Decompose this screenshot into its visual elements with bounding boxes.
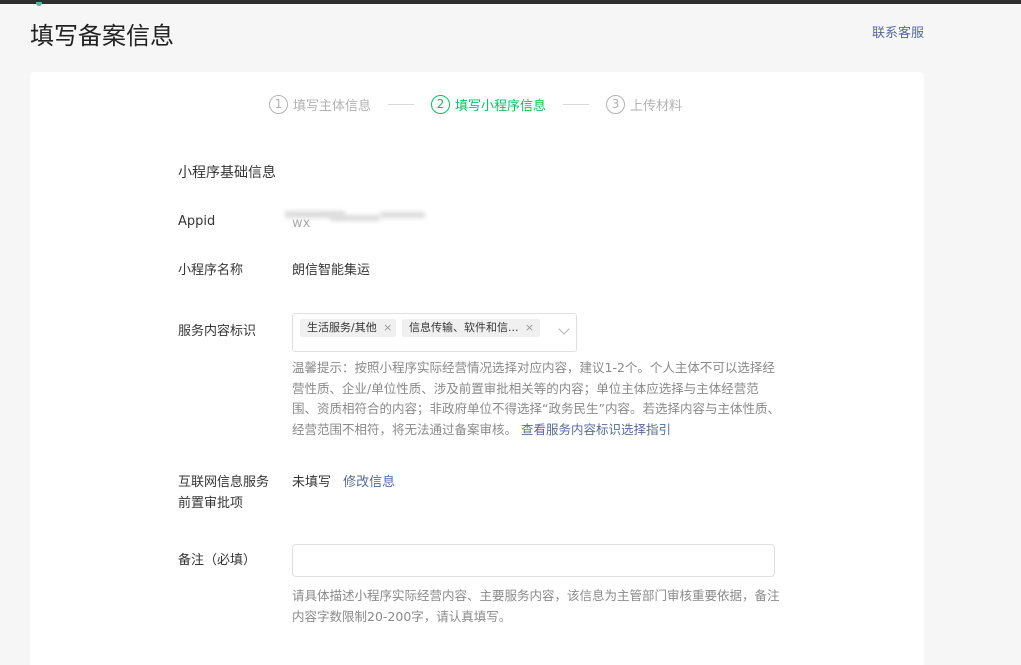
top-bar (0, 0, 1021, 6)
top-bar-accent (36, 2, 42, 6)
preapproval-label-line2: 前置审批项 (178, 496, 244, 511)
step-2-number: 2 (431, 94, 451, 114)
edit-info-link[interactable]: 修改信息 (343, 475, 395, 490)
tag-remove-icon[interactable]: × (523, 319, 537, 337)
preapproval-label-line1: 互联网信息服务 (178, 475, 270, 490)
preapproval-value: 未填写 修改信息 (292, 472, 395, 493)
page-title: 填写备案信息 (30, 22, 174, 50)
step-indicator: 1 填写主体信息 2 填写小程序信息 3 上传材料 (269, 94, 682, 114)
service-tag-select[interactable]: 生活服务/其他 × 信息传输、软件和信... × (292, 313, 577, 352)
preapproval-label: 互联网信息服务 前置审批项 (178, 472, 269, 514)
remark-input[interactable] (292, 544, 775, 577)
step-3-number: 3 (606, 94, 626, 114)
remark-label: 备注（必填） (178, 553, 257, 568)
tag-remove-icon[interactable]: × (381, 319, 395, 337)
service-label: 服务内容标识 (178, 324, 257, 339)
preapproval-status: 未填写 (292, 475, 332, 490)
remark-hint: 请具体描述小程序实际经营内容、主要服务内容，该信息为主管部门审核重要依据，备注内… (292, 588, 780, 624)
appid-label: Appid (178, 214, 216, 229)
service-tag: 生活服务/其他 × (300, 319, 396, 337)
step-3[interactable]: 3 上传材料 (606, 94, 683, 114)
step-3-label: 上传材料 (630, 98, 683, 114)
step-connector (563, 103, 590, 105)
step-1[interactable]: 1 填写主体信息 (269, 94, 372, 114)
service-tag-label: 生活服务/其他 (307, 321, 377, 334)
step-connector (388, 103, 415, 105)
service-tag: 信息传输、软件和信... × (402, 319, 540, 337)
service-tag-label: 信息传输、软件和信... (409, 321, 519, 334)
name-label: 小程序名称 (178, 263, 244, 278)
service-guide-link[interactable]: 查看服务内容标识选择指引 (521, 422, 671, 437)
appid-redaction (285, 207, 425, 227)
service-hint: 温馨提示：按照小程序实际经营情况选择对应内容，建议1-2个。个人主体不可以选择经… (292, 358, 782, 440)
contact-support-link[interactable]: 联系客服 (872, 22, 924, 41)
form-card: 1 填写主体信息 2 填写小程序信息 3 上传材料 小程序基础信息 Appid … (30, 72, 924, 665)
name-value: 朗信智能集运 (292, 263, 371, 278)
step-1-label: 填写主体信息 (293, 98, 372, 114)
section-title: 小程序基础信息 (178, 165, 276, 181)
step-1-number: 1 (269, 94, 288, 114)
step-2[interactable]: 2 填写小程序信息 (431, 94, 547, 114)
chevron-down-icon[interactable] (558, 323, 570, 335)
step-2-label: 填写小程序信息 (455, 98, 547, 114)
